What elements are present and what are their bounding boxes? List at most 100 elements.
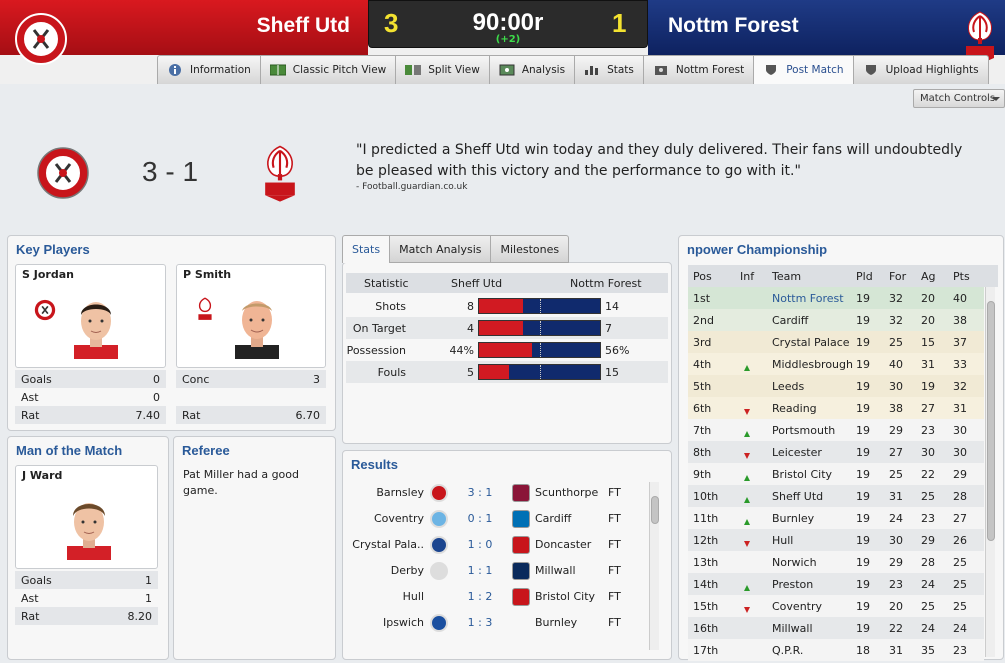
team-badge-icon	[430, 536, 448, 554]
tab-nottm-forest[interactable]: Nottm Forest	[643, 55, 755, 84]
stats-row-label: On Target	[352, 322, 406, 335]
league-against: 23	[921, 512, 935, 525]
league-team: Bristol City	[772, 468, 833, 481]
league-col-ag[interactable]: Ag	[921, 270, 936, 283]
league-played: 19	[856, 336, 870, 349]
arrow-down-icon	[740, 603, 754, 616]
league-pos: 4th	[693, 358, 712, 371]
league-row[interactable]: 5th Leeds 19 30 19 32	[688, 375, 984, 397]
league-scroll-thumb[interactable]	[987, 301, 995, 541]
shield-icon	[766, 65, 777, 75]
arrow-down-icon	[744, 607, 750, 613]
tab-information[interactable]: Information	[157, 55, 261, 84]
result-row[interactable]: Crystal Pala.. 1 : 0 Doncaster FT	[350, 532, 640, 558]
league-pos: 6th	[693, 402, 712, 415]
stat-value: 6.70	[295, 408, 321, 422]
stats-row: Fouls 5 15	[346, 361, 668, 383]
league-row[interactable]: 8th Leicester 19 27 30 30	[688, 441, 984, 463]
league-row[interactable]: 3rd Crystal Palace 19 25 15 37	[688, 331, 984, 353]
subtab-match-analysis[interactable]: Match Analysis	[390, 235, 492, 263]
league-pos: 17th	[693, 644, 719, 657]
subtab-milestones[interactable]: Milestones	[491, 235, 570, 263]
arrow-up-icon	[740, 493, 754, 506]
league-row[interactable]: 15th Coventry 19 20 25 25	[688, 595, 984, 617]
league-row[interactable]: 17th Q.P.R. 18 31 35 23	[688, 639, 984, 661]
league-pos: 12th	[693, 534, 719, 547]
league-played: 19	[856, 358, 870, 371]
stat-row: Goals 1	[15, 571, 158, 589]
key-player-home-card[interactable]: S Jordan	[15, 264, 166, 368]
league-row[interactable]: 10th Sheff Utd 19 31 25 28	[688, 485, 984, 507]
stat-row: Ast 1	[15, 589, 158, 607]
league-row[interactable]: 2nd Cardiff 19 32 20 38	[688, 309, 984, 331]
result-away-team: Cardiff	[535, 512, 572, 525]
stats-home-value: 8	[467, 300, 474, 313]
stats-home-value: 4	[467, 322, 474, 335]
tab-analysis[interactable]: Analysis	[489, 55, 576, 84]
split-view-icon	[405, 65, 422, 75]
league-scrollbar[interactable]	[985, 287, 995, 657]
league-points: 38	[953, 314, 967, 327]
stats-bar-midline	[540, 321, 541, 335]
results-scrollbar[interactable]	[649, 482, 659, 650]
league-row[interactable]: 13th Norwich 19 29 28 25	[688, 551, 984, 573]
league-row[interactable]: 7th Portsmouth 19 29 23 30	[688, 419, 984, 441]
tab-classic-pitch-view[interactable]: Classic Pitch View	[260, 55, 397, 84]
league-row[interactable]: 14th Preston 19 23 24 25	[688, 573, 984, 595]
home-crest-icon	[37, 147, 89, 199]
league-points: 30	[953, 446, 967, 459]
stats-row-label: Fouls	[377, 366, 406, 379]
result-row[interactable]: Coventry 0 : 1 Cardiff FT	[350, 506, 640, 532]
league-row[interactable]: 11th Burnley 19 24 23 27	[688, 507, 984, 529]
stat-row-empty	[176, 388, 326, 406]
tab-stats[interactable]: Stats	[575, 55, 644, 84]
stat-value: 7.40	[135, 408, 161, 422]
arrow-up-icon	[740, 471, 754, 484]
result-row[interactable]: Hull 1 : 2 Bristol City FT	[350, 584, 640, 610]
league-row[interactable]: 9th Bristol City 19 25 22 29	[688, 463, 984, 485]
stats-row-label: Shots	[375, 300, 406, 313]
league-played: 19	[856, 600, 870, 613]
league-row[interactable]: 1st Nottm Forest 19 32 20 40	[688, 287, 984, 309]
pitch-icon	[269, 64, 286, 76]
league-for: 32	[889, 314, 903, 327]
referee-panel: Referee Pat Miller had a good game.	[173, 436, 336, 660]
results-title: Results	[351, 457, 398, 472]
league-col-team[interactable]: Team	[772, 270, 801, 283]
league-row[interactable]: 6th Reading 19 38 27 31	[688, 397, 984, 419]
motm-player-card[interactable]: J Ward	[15, 465, 158, 569]
key-player-away-card[interactable]: P Smith	[176, 264, 326, 368]
team-badge-icon	[430, 484, 448, 502]
league-played: 19	[856, 380, 870, 393]
result-row[interactable]: Derby 1 : 1 Millwall FT	[350, 558, 640, 584]
results-scroll-thumb[interactable]	[651, 496, 659, 524]
league-col-for[interactable]: For	[889, 270, 906, 283]
subtab-stats[interactable]: Stats	[342, 235, 391, 263]
match-controls-dropdown[interactable]: Match Controls	[913, 89, 1005, 108]
league-col-pts[interactable]: Pts	[953, 270, 970, 283]
post-match-summary: 3 - 1 "I predicted a Sheff Utd win today…	[0, 108, 1005, 230]
result-status: FT	[608, 538, 621, 551]
tab-post-match[interactable]: Post Match	[754, 55, 854, 84]
league-row[interactable]: 16th Millwall 19 22 24 24	[688, 617, 984, 639]
result-row[interactable]: Barnsley 3 : 1 Scunthorpe FT	[350, 480, 640, 506]
tab-upload-highlights[interactable]: Upload Highlights	[853, 55, 989, 84]
league-played: 19	[856, 402, 870, 415]
league-played: 19	[856, 424, 870, 437]
result-row[interactable]: Ipswich 1 : 3 Burnley FT	[350, 610, 640, 636]
league-for: 22	[889, 622, 903, 635]
arrow-down-icon	[744, 453, 750, 459]
league-col-inf[interactable]: Inf	[740, 270, 754, 283]
league-header: Pos Inf Team Pld For Ag Pts	[688, 265, 998, 287]
league-points: 30	[953, 424, 967, 437]
league-row[interactable]: 4th Middlesbrough 19 40 31 33	[688, 353, 984, 375]
league-against: 31	[921, 358, 935, 371]
tab-split-view[interactable]: Split View	[396, 55, 490, 84]
league-col-pld[interactable]: Pld	[856, 270, 873, 283]
match-tabs: Information Classic Pitch View Split View A…	[157, 55, 989, 84]
league-against: 29	[921, 534, 935, 547]
league-col-pos[interactable]: Pos	[693, 270, 712, 283]
added-time: (+2)	[495, 34, 521, 45]
league-row[interactable]: 12th Hull 19 30 29 26	[688, 529, 984, 551]
arrow-up-icon	[740, 427, 754, 440]
